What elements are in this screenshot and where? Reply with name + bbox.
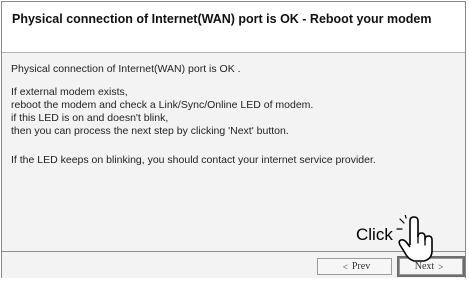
chevron-right-icon: >	[438, 261, 444, 272]
instruction-line: if this LED is on and doesn't blink,	[11, 112, 169, 124]
page-title: Physical connection of Internet(WAN) por…	[12, 12, 432, 26]
instruction-line: then you can process the next step by cl…	[11, 125, 289, 137]
connection-status-text: Physical connection of Internet(WAN) por…	[11, 63, 241, 75]
chevron-left-icon: <	[342, 261, 348, 272]
instruction-line: reboot the modem and check a Link/Sync/O…	[11, 99, 314, 111]
wizard-header: Physical connection of Internet(WAN) por…	[2, 2, 465, 53]
prev-button[interactable]: < Prev	[317, 258, 392, 275]
instructions-block: If external modem exists, reboot the mod…	[11, 86, 313, 138]
isp-contact-note: If the LED keeps on blinking, you should…	[11, 154, 376, 166]
click-callout-label: Click	[356, 225, 393, 244]
pointing-hand-icon	[396, 215, 433, 262]
instruction-line: If external modem exists,	[11, 86, 128, 98]
prev-button-label: Prev	[351, 261, 371, 272]
